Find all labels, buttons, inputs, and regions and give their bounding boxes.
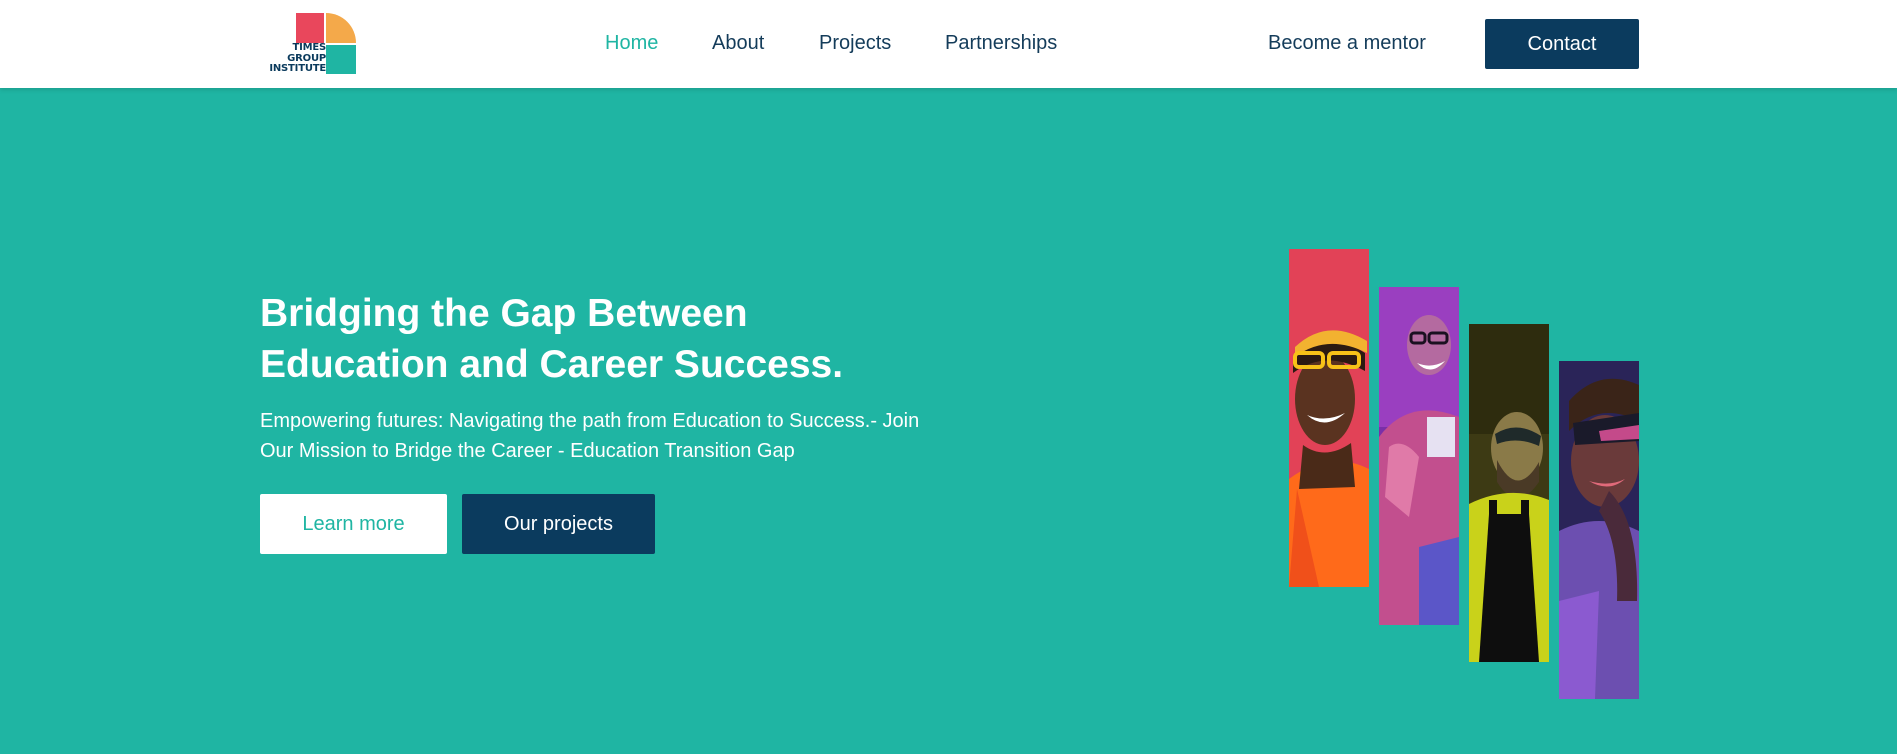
- nav-projects-link[interactable]: Projects: [819, 32, 891, 55]
- photo-strip-4: [1559, 361, 1639, 699]
- logo-wordmark: TIMES GROUP INSTITUTE: [269, 42, 326, 75]
- nav-partnerships-link[interactable]: Partnerships: [945, 32, 1057, 55]
- hero-subtitle-line-2: Our Mission to Bridge the Career - Educa…: [260, 440, 795, 462]
- hero-subtitle-line-1: Empowering futures: Navigating the path …: [260, 410, 920, 432]
- logo-line-times: TIMES: [292, 42, 326, 53]
- logo-red-square: [296, 13, 324, 43]
- photo-strip-1: [1289, 249, 1369, 587]
- photo-strip-3: [1469, 324, 1549, 662]
- man-sunglasses-neon-light-photo: [1559, 361, 1639, 699]
- logo-orange-quarter-circle: [326, 13, 356, 43]
- learn-more-button[interactable]: Learn more: [260, 494, 447, 554]
- smiling-woman-orange-jacket-photo: [1289, 249, 1369, 587]
- hero-title: Bridging the Gap Between Education and C…: [260, 288, 980, 390]
- contact-button[interactable]: Contact: [1485, 19, 1639, 69]
- nav-home-link[interactable]: Home: [605, 32, 658, 55]
- hero-title-line-2: Education and Career Success.: [260, 343, 844, 386]
- photo-strip-2: [1379, 287, 1459, 625]
- our-projects-button[interactable]: Our projects: [462, 494, 655, 554]
- bearded-man-yellow-sweater-photo: [1469, 324, 1549, 662]
- nav-about-link[interactable]: About: [712, 32, 764, 55]
- logo-line-institute: INSTITUTE: [269, 63, 326, 74]
- hero-subtitle: Empowering futures: Navigating the path …: [260, 406, 980, 466]
- hero-title-line-1: Bridging the Gap Between: [260, 292, 748, 335]
- times-group-institute-logo[interactable]: TIMES GROUP INSTITUTE: [262, 13, 358, 75]
- top-navigation-bar: TIMES GROUP INSTITUTE Home About Project…: [0, 0, 1897, 88]
- logo-teal-square: [326, 45, 356, 74]
- laughing-woman-purple-light-photo: [1379, 287, 1459, 625]
- become-a-mentor-link[interactable]: Become a mentor: [1268, 32, 1426, 55]
